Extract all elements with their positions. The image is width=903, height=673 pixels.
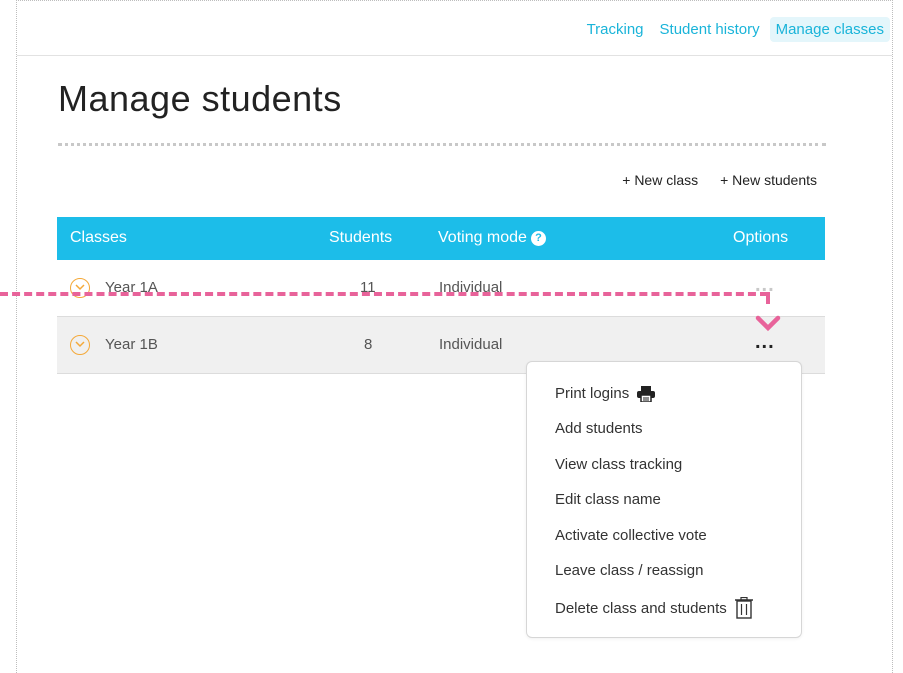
arrow-down-icon (755, 315, 781, 332)
class-options-dropdown: Print logins Add students View class tra… (526, 361, 802, 638)
nav-student-history[interactable]: Student history (654, 17, 766, 42)
options-menu-button[interactable]: ... (755, 331, 775, 354)
nav-manage-classes[interactable]: Manage classes (769, 17, 890, 42)
new-class-button[interactable]: + New class (622, 172, 698, 188)
table-header: Classes Students Voting mode? Options (57, 217, 825, 260)
top-navigation: Tracking Student history Manage classes (17, 0, 892, 56)
trash-icon (734, 597, 753, 619)
chevron-down-icon[interactable] (70, 335, 90, 355)
menu-item-edit-class-name[interactable]: Edit class name (555, 491, 661, 508)
class-name[interactable]: Year 1B (105, 336, 158, 353)
help-icon[interactable]: ? (530, 231, 546, 246)
menu-item-delete-class[interactable]: Delete class and students (555, 597, 753, 619)
voting-mode: Individual (439, 336, 503, 353)
header-students: Students (329, 229, 393, 246)
menu-item-add-students[interactable]: Add students (555, 420, 643, 437)
menu-item-view-class-tracking[interactable]: View class tracking (555, 456, 682, 473)
header-classes: Classes (70, 229, 127, 246)
header-options: Options (733, 229, 789, 246)
menu-item-activate-collective-vote[interactable]: Activate collective vote (555, 527, 707, 544)
menu-item-print-logins[interactable]: Print logins (555, 385, 656, 402)
student-count: 8 (364, 336, 373, 353)
highlight-dashed-line (0, 292, 768, 296)
new-students-button[interactable]: + New students (720, 172, 817, 188)
page-title: Manage students (58, 78, 342, 119)
menu-item-leave-class[interactable]: Leave class / reassign (555, 562, 703, 579)
menu-item-label: Print logins (555, 385, 630, 402)
class-actions: + New class + New students (622, 172, 817, 188)
printer-icon (637, 385, 656, 402)
header-voting-mode: Voting mode? (438, 229, 546, 247)
table-row: Year 1A 11 Individual ... (57, 260, 825, 317)
menu-item-label: Delete class and students (555, 599, 727, 617)
title-divider (58, 143, 826, 146)
nav-tracking[interactable]: Tracking (581, 17, 650, 42)
highlight-dashed-connector (766, 292, 770, 304)
